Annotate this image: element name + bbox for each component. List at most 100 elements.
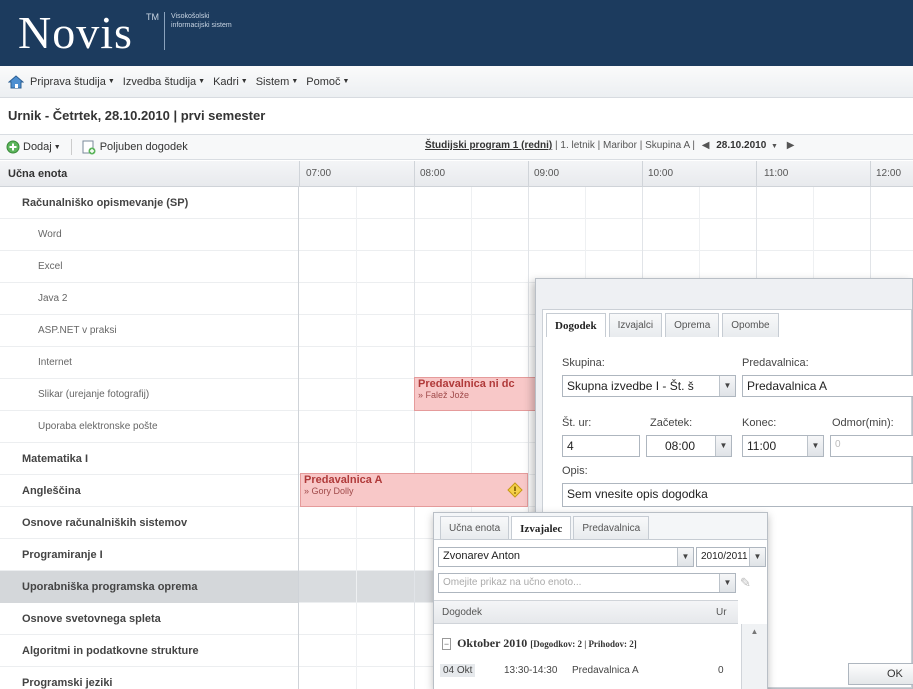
hour-label: 11:00: [764, 168, 789, 179]
skupina-select[interactable]: Skupna izvedbe I - Št. š ▼: [562, 375, 736, 397]
toolbar-divider: [70, 139, 72, 155]
event-title: Predavalnica A: [304, 474, 383, 486]
menu-kadri[interactable]: Kadri ▼: [213, 76, 248, 88]
chevron-down-icon: ▼: [342, 78, 350, 85]
event-day: 04 Okt: [440, 664, 476, 677]
ok-button[interactable]: OK: [848, 663, 913, 685]
schedule-row[interactable]: Računalniško opismevanje (SP): [0, 187, 913, 219]
group-title: Oktober 2010: [457, 636, 528, 650]
unit-label: Excel: [0, 251, 299, 283]
unit-label: Osnove svetovnega spleta: [0, 603, 299, 635]
tab-opombe[interactable]: Opombe: [722, 313, 779, 337]
hour-label: 08:00: [420, 168, 446, 179]
menu-priprava-studija[interactable]: Priprava študija ▼: [30, 76, 115, 88]
unit-label: Programiranje I: [0, 539, 299, 571]
schedule-header: Učna enota 07:00 08:00 09:00 10:00 11:00…: [0, 161, 913, 187]
teacher-dialog: Učna enota Izvajalec Predavalnica Zvonar…: [433, 512, 768, 689]
chevron-down-icon[interactable]: ▼: [807, 436, 823, 456]
toolbar: Dodaj ▼ Poljuben dogodek Študijski progra…: [0, 134, 913, 160]
unit-label: Word: [0, 219, 299, 251]
schedule-event[interactable]: Predavalnica ni dc » Falež Jože: [414, 377, 538, 411]
custom-event-button[interactable]: Poljuben dogodek: [82, 140, 188, 155]
logo: Novis: [18, 7, 133, 58]
predavalnica-select[interactable]: Predavalnica A: [742, 375, 913, 397]
warning-icon[interactable]: [507, 482, 523, 498]
unit-label: Uporabniška programska oprema: [0, 571, 299, 603]
collapse-icon[interactable]: −: [442, 638, 452, 650]
unit-label: Osnove računalniških sistemov: [0, 507, 299, 539]
chevron-down-icon[interactable]: ▼: [771, 143, 778, 150]
chevron-down-icon: ▼: [198, 78, 206, 85]
schedule-row[interactable]: Word: [0, 219, 913, 251]
logo-trademark: TM: [146, 12, 159, 22]
odmor-label: Odmor(min):: [832, 417, 894, 429]
main-menu: Priprava študija ▼ Izvedba študija ▼ Kadri…: [0, 66, 913, 98]
logo-subtitle: Visokošolski informacijski sistem: [171, 13, 232, 29]
tab-ucna-enota[interactable]: Učna enota: [440, 516, 510, 539]
chevron-down-icon: ▼: [53, 143, 61, 151]
home-icon[interactable]: [7, 74, 25, 90]
pin-icon[interactable]: ✎: [740, 575, 751, 591]
hour-label: 10:00: [648, 168, 674, 179]
zacetek-select[interactable]: 08:00 ▼: [646, 435, 732, 457]
predavalnica-label: Predavalnica:: [742, 357, 809, 369]
teacher-select[interactable]: Zvonarev Anton ▼: [438, 547, 694, 567]
tab-oprema[interactable]: Oprema: [665, 313, 720, 337]
event-person: » Gory Dolly: [304, 486, 354, 496]
list-item[interactable]: 04 Okt 13:30-14:30 Predavalnica A 0: [434, 660, 738, 680]
teacher-dialog-body: Zvonarev Anton ▼ 2010/2011 ▼ Omejite pri…: [434, 539, 767, 689]
konec-select[interactable]: 11:00 ▼: [742, 435, 824, 457]
menu-sistem[interactable]: Sistem ▼: [256, 76, 299, 88]
unit-label: ASP.NET v praksi: [0, 315, 299, 347]
group-meta: [Dogodkov: 2 | Prihodov: 2]: [530, 639, 637, 649]
skupina-label: Skupina:: [562, 357, 605, 369]
st-ur-field[interactable]: 4: [562, 435, 640, 457]
add-button[interactable]: Dodaj ▼: [6, 140, 61, 154]
chevron-down-icon: ▼: [240, 78, 248, 85]
unit-label: Algoritmi in podatkovne strukture: [0, 635, 299, 667]
zacetek-label: Začetek:: [650, 417, 693, 429]
menu-izvedba-studija[interactable]: Izvedba študija ▼: [123, 76, 205, 88]
app-header: Novis TM Visokošolski informacijski sist…: [0, 0, 913, 66]
unit-label: Uporaba elektronske pošte: [0, 411, 299, 443]
add-icon: [6, 140, 20, 154]
chevron-down-icon: ▼: [291, 78, 299, 85]
unit-column-header: Učna enota: [8, 168, 68, 180]
tab-izvajalci[interactable]: Izvajalci: [608, 313, 663, 337]
col-ur: Ur: [716, 607, 727, 618]
konec-label: Konec:: [742, 417, 777, 429]
year-select[interactable]: 2010/2011 ▼: [696, 547, 766, 567]
event-hours: 0: [718, 665, 724, 676]
tab-dogodek[interactable]: Dogodek: [546, 313, 606, 337]
tab-izvajalec[interactable]: Izvajalec: [511, 516, 572, 539]
chevron-down-icon[interactable]: ▼: [715, 436, 731, 456]
next-day-icon[interactable]: ▶: [787, 140, 795, 151]
list-scrollbar[interactable]: ▲: [741, 624, 767, 689]
study-program-link[interactable]: Študijski program 1 (redni): [425, 140, 552, 151]
page-title: Urnik - Četrtek, 28.10.2010 | prvi semes…: [8, 108, 266, 123]
scroll-up-icon[interactable]: ▲: [742, 624, 767, 636]
chevron-down-icon[interactable]: ▼: [749, 548, 765, 566]
hour-label: 07:00: [306, 168, 332, 179]
odmor-field[interactable]: 0: [830, 435, 913, 457]
chevron-down-icon[interactable]: ▼: [677, 548, 693, 566]
menu-pomoc[interactable]: Pomoč ▼: [306, 76, 349, 88]
col-dogodek: Dogodek: [442, 607, 483, 618]
schedule-event[interactable]: Predavalnica A » Gory Dolly: [300, 473, 528, 507]
month-group[interactable]: − Oktober 2010 [Dogodkov: 2 | Prihodov: …: [434, 632, 738, 656]
chevron-down-icon[interactable]: ▼: [719, 376, 735, 396]
hour-label: 09:00: [534, 168, 560, 179]
unit-label: Računalniško opismevanje (SP): [0, 187, 299, 219]
event-title: Predavalnica ni dc: [418, 378, 515, 390]
unit-label: Slikar (urejanje fotografij): [0, 379, 299, 411]
opis-label: Opis:: [562, 465, 588, 477]
unit-label: Angleščina: [0, 475, 299, 507]
opis-field[interactable]: Sem vnesite opis dogodka: [562, 483, 913, 507]
unit-filter-input[interactable]: Omejite prikaz na učno enoto... ▼: [438, 573, 736, 593]
hour-label: 12:00: [876, 168, 902, 179]
chevron-down-icon[interactable]: ▼: [719, 574, 735, 592]
date-selector[interactable]: 28.10.2010: [716, 140, 766, 151]
prev-day-icon[interactable]: ◀: [702, 140, 710, 151]
tab-predavalnica[interactable]: Predavalnica: [573, 516, 650, 539]
list-header: Dogodek Ur: [434, 600, 738, 624]
